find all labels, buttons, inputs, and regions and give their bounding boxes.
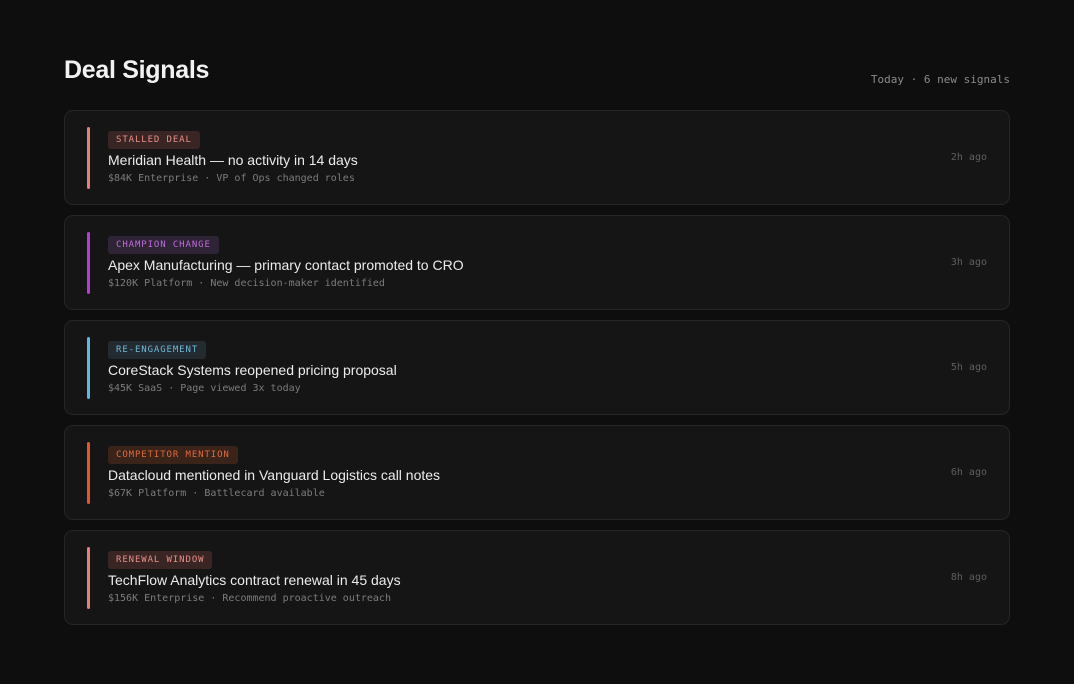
signal-accent-bar bbox=[87, 337, 90, 399]
signal-details: $156K Enterprise · Recommend proactive o… bbox=[108, 593, 391, 604]
signal-accent-bar bbox=[87, 442, 90, 504]
header: Deal Signals Today · 6 new signals bbox=[64, 0, 1010, 110]
signal-timestamp: 5h ago bbox=[950, 362, 987, 373]
signal-card[interactable]: CHAMPION CHANGE Apex Manufacturing — pri… bbox=[64, 215, 1010, 310]
signal-title: Apex Manufacturing — primary contact pro… bbox=[108, 257, 464, 273]
signal-type-badge: RE-ENGAGEMENT bbox=[108, 341, 207, 359]
signal-timestamp: 2h ago bbox=[950, 152, 987, 163]
signal-accent-bar bbox=[87, 232, 90, 294]
deal-signals-page: Deal Signals Today · 6 new signals STALL… bbox=[0, 0, 1074, 684]
page-title: Deal Signals bbox=[64, 56, 210, 84]
signal-type-badge: CHAMPION CHANGE bbox=[108, 236, 219, 254]
signal-summary: Today · 6 new signals bbox=[870, 73, 1010, 86]
signal-title: CoreStack Systems reopened pricing propo… bbox=[108, 362, 397, 378]
signal-details: $45K SaaS · Page viewed 3x today bbox=[108, 383, 301, 394]
signal-title: TechFlow Analytics contract renewal in 4… bbox=[108, 572, 401, 588]
signal-type-badge: RENEWAL WINDOW bbox=[108, 551, 213, 569]
signal-card[interactable]: COMPETITOR MENTION Datacloud mentioned i… bbox=[64, 425, 1010, 520]
signal-title: Meridian Health — no activity in 14 days bbox=[108, 152, 358, 168]
signal-details: $120K Platform · New decision-maker iden… bbox=[108, 278, 385, 289]
signal-title: Datacloud mentioned in Vanguard Logistic… bbox=[108, 467, 441, 483]
signal-list: STALLED DEAL Meridian Health — no activi… bbox=[64, 110, 1010, 625]
signal-details: $67K Platform · Battlecard available bbox=[108, 488, 325, 499]
signal-type-badge: STALLED DEAL bbox=[108, 131, 200, 149]
signal-timestamp: 6h ago bbox=[950, 467, 987, 478]
signal-card[interactable]: RE-ENGAGEMENT CoreStack Systems reopened… bbox=[64, 320, 1010, 415]
signal-type-badge: COMPETITOR MENTION bbox=[108, 446, 238, 464]
signal-card[interactable]: STALLED DEAL Meridian Health — no activi… bbox=[64, 110, 1010, 205]
signal-card[interactable]: RENEWAL WINDOW TechFlow Analytics contra… bbox=[64, 530, 1010, 625]
signal-timestamp: 3h ago bbox=[950, 257, 987, 268]
signal-details: $84K Enterprise · VP of Ops changed role… bbox=[108, 173, 355, 184]
signal-timestamp: 8h ago bbox=[950, 572, 987, 583]
signal-accent-bar bbox=[87, 127, 90, 189]
signal-accent-bar bbox=[87, 547, 90, 609]
